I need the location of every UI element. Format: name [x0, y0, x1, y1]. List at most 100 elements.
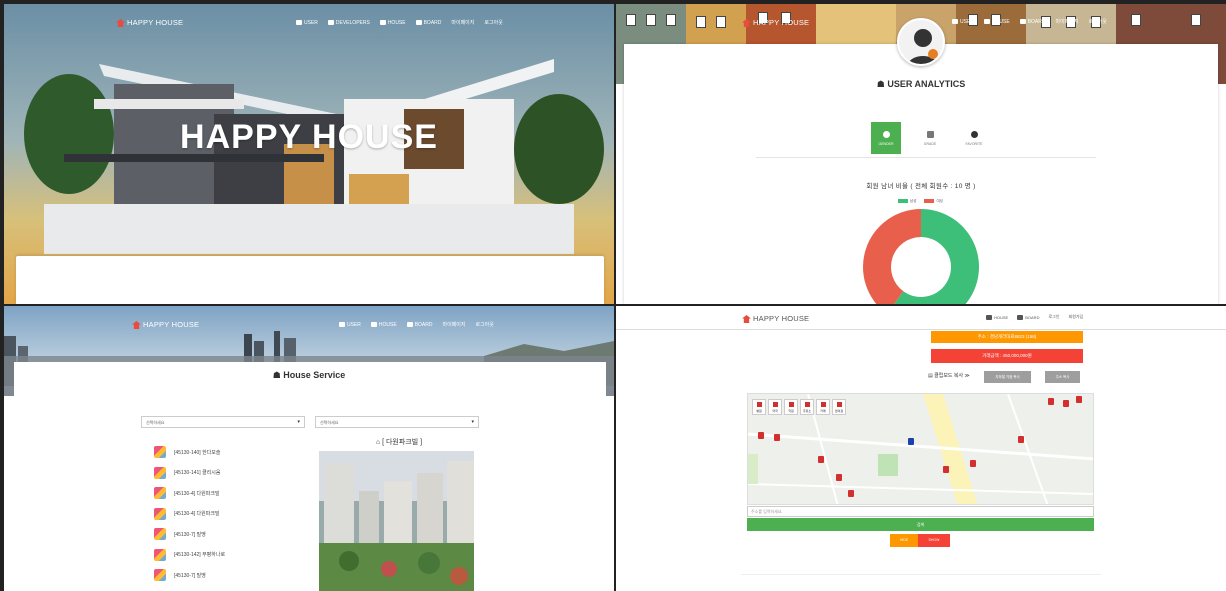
map-marker[interactable] [848, 490, 854, 497]
map-marker[interactable] [818, 456, 824, 463]
list-item[interactable]: [45130-142] 부평하나로 [154, 545, 225, 566]
house-label: [45130-4] 다원파크빌 [174, 490, 220, 497]
list-item[interactable]: [45130-4] 다원파크빌 [154, 483, 225, 504]
menu-board[interactable]: BOARD [415, 19, 442, 26]
menu-mypage[interactable]: 마이페이지 [1055, 18, 1078, 25]
copy-station-button[interactable]: 지하철 거점 복사 [984, 371, 1031, 383]
tab-divider [756, 157, 1096, 158]
menu-user[interactable]: USER [296, 20, 318, 26]
category-cafe[interactable]: 카페 [816, 399, 830, 415]
hide-button[interactable]: HIDE [890, 534, 918, 547]
clipboard-label: ▤ 클립보드 복사 ≫ [928, 373, 970, 379]
analytics-title-text: USER ANALYTICS [887, 79, 966, 89]
house-logo-icon [742, 18, 751, 27]
category-gas-station[interactable]: 주유소 [800, 399, 814, 415]
tab-gender[interactable]: GENDER [871, 122, 901, 154]
category-hospital[interactable]: 병원 [752, 399, 766, 415]
user-icon [339, 322, 345, 327]
house-logo-icon [116, 18, 125, 27]
legend-label: 여성 [936, 199, 943, 203]
menu-label: BOARD [423, 19, 442, 26]
gender-ratio-title: 회원 남녀 비율 ( 전체 회원수 : 10 명 ) [866, 183, 976, 190]
house-list: [45130-140] 한다모슬 [45130-141] 클리시움 [45130… [154, 442, 225, 586]
show-button[interactable]: SHOW [918, 534, 950, 547]
menu-house[interactable]: HOUSE [370, 322, 397, 328]
price-banner: 거래금액 : 450,000,000원 [931, 349, 1083, 363]
home-icon [983, 19, 990, 24]
tab-favorite[interactable]: FAVORITE [959, 122, 989, 154]
home-panel: HAPPY HOUSE USER DEVELOPERS HOUSE BOARD … [4, 4, 614, 304]
map-marker[interactable] [1048, 398, 1054, 405]
address-input[interactable]: 주소를 입력하세요. [747, 506, 1094, 517]
search-button[interactable]: 검색 [747, 518, 1094, 531]
menu-label: USER [960, 18, 974, 25]
footer-divider [741, 574, 1101, 575]
legend-item-female: 여성 [924, 199, 943, 204]
menu-house[interactable]: HOUSE [983, 19, 1010, 25]
region-select-1[interactable]: 선택하세요 [141, 416, 305, 428]
tab-grade[interactable]: GRADE [915, 122, 945, 154]
menu-house[interactable]: HOUSE [379, 19, 406, 26]
map-marker[interactable] [774, 434, 780, 441]
apartment-photo [319, 451, 474, 591]
map-view[interactable]: 병원 약국 학원 주유소 카페 편의점 [747, 393, 1094, 505]
menu-developers[interactable]: DEVELOPERS [327, 20, 370, 26]
clipboard-icon [406, 322, 413, 327]
map-marker[interactable] [1018, 436, 1024, 443]
menu-mypage[interactable]: 마이페이지 [442, 321, 465, 328]
list-item[interactable]: [45130-141] 클리시움 [154, 463, 225, 484]
house-thumb-icon [154, 548, 166, 561]
house-thumb-icon [154, 446, 166, 459]
category-pharmacy[interactable]: 약국 [768, 399, 782, 415]
people-icon [327, 20, 334, 25]
menu-user[interactable]: USER [952, 19, 974, 25]
legend-swatch [898, 199, 908, 204]
list-item[interactable]: [45130-7] 빌맹 [154, 565, 225, 586]
menu-user[interactable]: USER [339, 322, 361, 328]
map-marker[interactable] [943, 466, 949, 473]
brand-logo[interactable]: HAPPY HOUSE [116, 18, 183, 27]
menu-label: 로그아웃 [475, 322, 494, 328]
copy-address-button[interactable]: 주소 복사 [1045, 371, 1080, 383]
list-item[interactable]: [45130-4] 다원파크빌 [154, 504, 225, 525]
brand-logo[interactable]: HAPPY HOUSE [132, 320, 199, 329]
menu-logout[interactable]: 로그아웃 [484, 19, 502, 26]
brand-text: HAPPY HOUSE [753, 18, 810, 27]
category-academy[interactable]: 학원 [784, 399, 798, 415]
map-marker[interactable] [1063, 400, 1069, 407]
analytics-title: ☗ USER ANALYTICS [876, 79, 966, 89]
house-thumb-icon [154, 569, 166, 582]
brand-logo[interactable]: HAPPY HOUSE [742, 314, 809, 323]
menu-logout[interactable]: 로그아웃 [475, 321, 493, 328]
list-item[interactable]: [45130-140] 한다모슬 [154, 442, 225, 463]
map-marker[interactable] [1076, 396, 1082, 403]
user-avatar [897, 18, 945, 66]
menu-board[interactable]: BOARD [406, 322, 432, 328]
menu-board[interactable]: BOARD [1017, 314, 1039, 320]
menu-login[interactable]: 로그인 [1048, 314, 1059, 320]
region-select-2[interactable]: 선택하세요 [315, 416, 479, 428]
map-marker[interactable] [970, 460, 976, 467]
menu-label: 로그인 [1048, 314, 1060, 319]
selected-house-marker[interactable] [908, 438, 914, 445]
menu-label: 회원가입 [1068, 314, 1084, 319]
category-convenience[interactable]: 편의점 [832, 399, 846, 415]
menu-board[interactable]: BOARD [1019, 19, 1045, 25]
house-logo-icon [132, 320, 141, 329]
menu-label: USER [347, 321, 361, 328]
menu-label: USER [304, 19, 318, 26]
menu-logout[interactable]: 로그아웃 [1088, 18, 1106, 25]
menu-house[interactable]: HOUSE [986, 314, 1008, 320]
house-detail-map-panel: HAPPY HOUSE HOUSE BOARD 로그인 회원가입 주소 : 경남… [616, 306, 1226, 591]
menu-mypage[interactable]: 마이페이지 [451, 19, 474, 26]
map-marker[interactable] [758, 432, 764, 439]
map-marker[interactable] [836, 474, 842, 481]
list-item[interactable]: [45130-7] 빌맹 [154, 524, 225, 545]
menu-signup[interactable]: 회원가입 [1069, 314, 1084, 320]
address-banner: 주소 : 경남개라대료8823 (158) [931, 331, 1083, 343]
top-navbar: HAPPY HOUSE HOUSE BOARD 로그인 회원가입 [616, 306, 1226, 330]
menu-label: HOUSE [387, 19, 406, 26]
brand-logo[interactable]: HAPPY HOUSE [742, 18, 809, 27]
house-service-title-text: House Service [283, 370, 346, 380]
clipboard-icon [1019, 19, 1026, 24]
